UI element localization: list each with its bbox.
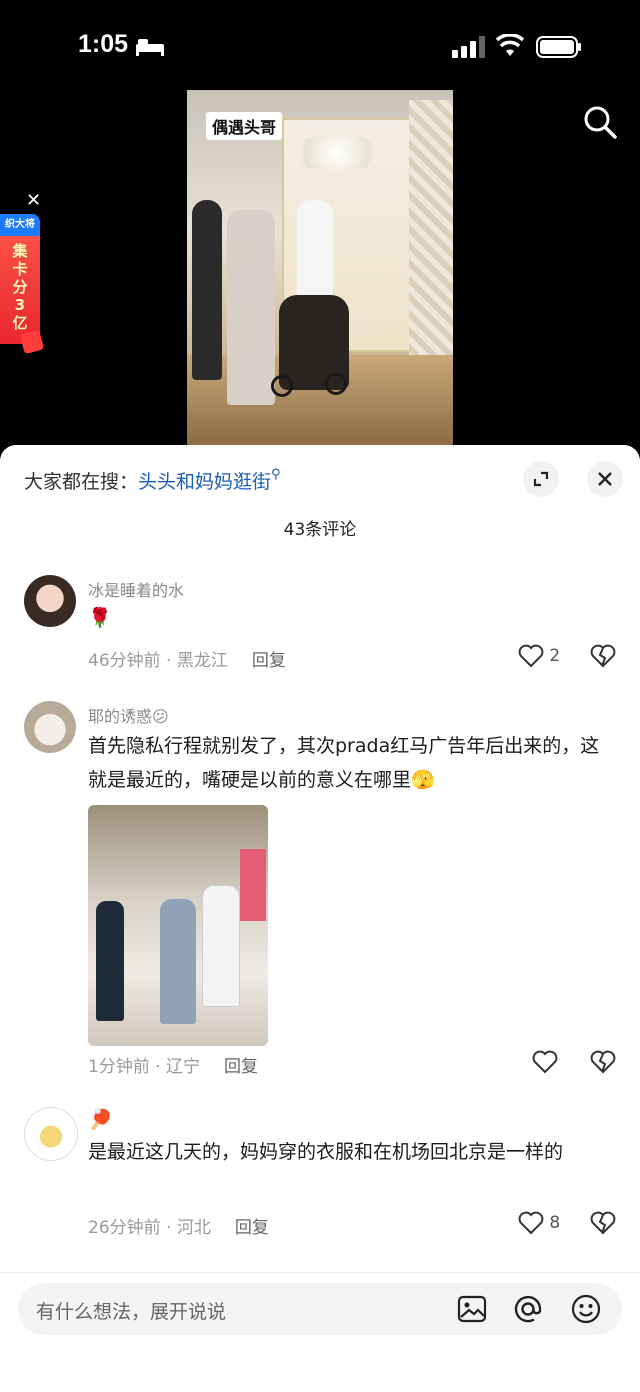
comment-meta: 1分钟前 · 辽宁 回复 bbox=[88, 1052, 258, 1077]
video-frame[interactable] bbox=[187, 90, 453, 445]
promo-close-icon[interactable]: ✕ bbox=[26, 190, 41, 211]
like-button[interactable] bbox=[532, 1050, 558, 1074]
comment-meta: 26分钟前 · 河北 回复 bbox=[88, 1213, 269, 1238]
trending-prefix: 大家都在搜： bbox=[24, 471, 139, 493]
comment-image[interactable] bbox=[88, 805, 268, 1046]
promo-box: 织大将 集卡分3亿 bbox=[0, 214, 40, 344]
comment-username[interactable]: 冰是睡着的水 bbox=[88, 577, 184, 601]
comment-username[interactable]: 耶的诱惑😕 bbox=[88, 703, 169, 727]
comment-count: 43条评论 bbox=[283, 520, 357, 540]
comment-time-location: 26分钟前 · 河北 bbox=[88, 1218, 211, 1238]
heart-icon bbox=[518, 1211, 544, 1235]
trending-keyword[interactable]: 头头和妈妈逛街 bbox=[138, 471, 271, 493]
comment-input[interactable]: 有什么想法，展开说说 bbox=[18, 1283, 622, 1335]
comment-text: 🌹 bbox=[88, 607, 112, 629]
image-person bbox=[160, 899, 196, 1024]
like-count: 8 bbox=[549, 1213, 561, 1233]
gift-icon bbox=[19, 329, 45, 355]
video-person bbox=[297, 200, 333, 310]
video-person bbox=[192, 200, 222, 380]
comment-meta: 46分钟前 · 黑龙江 回复 bbox=[88, 646, 286, 671]
avatar[interactable] bbox=[24, 701, 76, 753]
promo-text: 集卡分3亿 bbox=[12, 242, 28, 332]
emoji-icon[interactable] bbox=[570, 1293, 602, 1325]
status-time: 1:05 bbox=[78, 30, 129, 58]
like-button[interactable]: 2 bbox=[518, 644, 560, 668]
comment-sheet: 大家都在搜：头头和妈妈逛街⚲ 43条评论 冰是睡着的水 🌹 46分钟前 · 黑龙… bbox=[0, 445, 640, 1391]
dislike-icon[interactable] bbox=[590, 1050, 616, 1074]
avatar[interactable] bbox=[24, 1107, 78, 1161]
reply-button[interactable]: 回复 bbox=[235, 1218, 269, 1238]
status-bar: 1:05 bbox=[0, 0, 640, 90]
reply-button[interactable]: 回复 bbox=[252, 651, 286, 671]
promo-head: 织大将 bbox=[0, 214, 40, 236]
dislike-icon[interactable] bbox=[590, 1211, 616, 1235]
expand-icon bbox=[533, 471, 549, 487]
video-stroller-wheel bbox=[271, 375, 293, 397]
comment-time-location: 46分钟前 · 黑龙江 bbox=[88, 651, 228, 671]
trending-search[interactable]: 大家都在搜：头头和妈妈逛街⚲ bbox=[24, 467, 281, 494]
video-chandelier bbox=[287, 135, 387, 171]
wifi-icon bbox=[496, 34, 524, 56]
avatar[interactable] bbox=[24, 575, 76, 627]
image-picker-icon[interactable] bbox=[456, 1293, 488, 1325]
heart-icon bbox=[532, 1050, 558, 1074]
mention-icon[interactable] bbox=[512, 1293, 544, 1325]
expand-button[interactable] bbox=[523, 461, 559, 497]
comment-text: 是最近这几天的，妈妈穿的衣服和在机场回北京是一样的 bbox=[88, 1141, 564, 1163]
close-button[interactable] bbox=[587, 461, 623, 497]
search-icon[interactable] bbox=[582, 104, 618, 140]
video-caption: 偶遇头哥 bbox=[206, 112, 283, 140]
comment-time-location: 1分钟前 · 辽宁 bbox=[88, 1057, 201, 1077]
like-count: 2 bbox=[549, 646, 561, 666]
video-stroller-wheel bbox=[325, 373, 347, 395]
image-person bbox=[202, 885, 240, 1007]
video-person bbox=[227, 210, 275, 405]
battery-icon bbox=[536, 36, 581, 58]
promo-banner[interactable]: 织大将 集卡分3亿 bbox=[0, 214, 45, 355]
reply-button[interactable]: 回复 bbox=[224, 1057, 258, 1077]
comment-input-bar: 有什么想法，展开说说 bbox=[0, 1272, 640, 1392]
heart-icon bbox=[518, 644, 544, 668]
image-person bbox=[96, 901, 124, 1021]
comment-username[interactable]: 🏓 bbox=[88, 1107, 113, 1131]
image-screen bbox=[240, 849, 266, 921]
close-icon bbox=[598, 472, 612, 486]
search-small-icon: ⚲ bbox=[271, 467, 281, 482]
cellular-signal-icon bbox=[452, 36, 485, 58]
like-button[interactable]: 8 bbox=[518, 1211, 560, 1235]
video-wall-panel bbox=[409, 100, 453, 360]
sleep-mode-icon bbox=[136, 39, 164, 56]
dislike-icon[interactable] bbox=[590, 644, 616, 668]
comment-text: 首先隐私行程就别发了，其次prada红马广告年后出来的，这就是最近的，嘴硬是以前… bbox=[88, 735, 600, 791]
input-placeholder: 有什么想法，展开说说 bbox=[36, 1301, 227, 1323]
